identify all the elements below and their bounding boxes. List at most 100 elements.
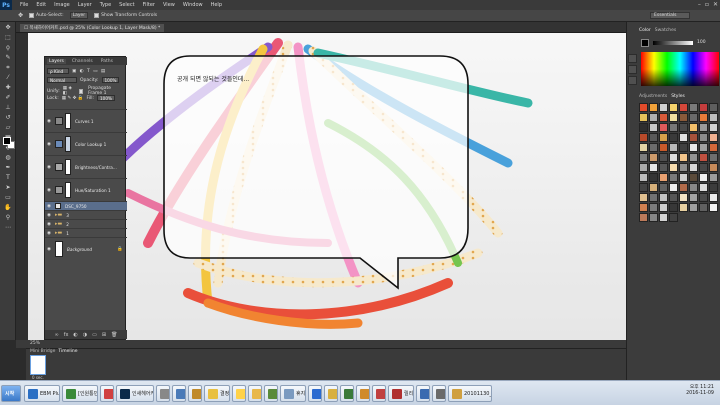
style-swatch[interactable] — [669, 213, 678, 222]
style-swatch[interactable] — [649, 183, 658, 192]
style-swatch[interactable] — [709, 203, 718, 212]
style-swatch[interactable] — [679, 133, 688, 142]
style-swatch[interactable] — [699, 193, 708, 202]
taskbar-item[interactable] — [356, 385, 370, 402]
menu-type[interactable]: Type — [100, 2, 111, 8]
style-swatch[interactable] — [699, 143, 708, 152]
taskbar-item[interactable] — [248, 385, 262, 402]
style-swatch[interactable] — [639, 203, 648, 212]
style-swatch[interactable] — [669, 163, 678, 172]
style-swatch[interactable] — [689, 153, 698, 162]
style-swatch[interactable] — [649, 193, 658, 202]
history-brush-icon[interactable]: ↺ — [2, 113, 14, 122]
layer-mask-thumb[interactable] — [65, 136, 71, 152]
eye-icon[interactable]: ◉ — [45, 213, 53, 218]
style-swatch[interactable] — [709, 133, 718, 142]
style-swatch[interactable] — [709, 123, 718, 132]
layer-row[interactable]: ◉ Background 🔒 — [45, 237, 127, 260]
taskbar-item[interactable]: 릴리퍼 — [388, 385, 414, 402]
style-swatch[interactable] — [689, 113, 698, 122]
link-layers-icon[interactable]: ∞ — [55, 332, 59, 338]
style-swatch[interactable] — [639, 213, 648, 222]
style-swatch[interactable] — [659, 193, 668, 202]
eye-icon[interactable]: ◉ — [45, 165, 53, 170]
style-swatch[interactable] — [649, 123, 658, 132]
marquee-tool-icon[interactable]: ⬚ — [2, 33, 14, 42]
style-swatch[interactable] — [659, 143, 668, 152]
taskbar-item[interactable] — [432, 385, 446, 402]
taskbar-item[interactable]: 20101130_1000... — [448, 385, 492, 402]
tab-styles[interactable]: Styles — [671, 94, 685, 101]
style-swatch[interactable] — [699, 113, 708, 122]
tab-channels[interactable]: Channels — [70, 59, 95, 64]
style-swatch[interactable] — [639, 183, 648, 192]
style-swatch[interactable] — [669, 103, 678, 112]
layer-mask-thumb[interactable] — [65, 159, 71, 175]
style-swatch[interactable] — [649, 213, 658, 222]
style-swatch[interactable] — [679, 203, 688, 212]
taskbar-item[interactable] — [340, 385, 354, 402]
eye-icon[interactable]: ◉ — [45, 222, 53, 227]
zoom-tool-icon[interactable]: ⚲ — [2, 213, 14, 222]
style-swatch[interactable] — [639, 173, 648, 182]
style-swatch[interactable] — [669, 153, 678, 162]
style-swatch[interactable] — [639, 113, 648, 122]
healing-brush-icon[interactable]: ✚ — [2, 83, 14, 92]
style-swatch[interactable] — [659, 163, 668, 172]
delete-layer-icon[interactable]: 🗑 — [111, 332, 117, 338]
style-swatch[interactable] — [709, 173, 718, 182]
color-value[interactable]: 100 — [697, 40, 706, 45]
style-swatch[interactable] — [659, 113, 668, 122]
opacity-field[interactable]: 100% — [101, 77, 120, 83]
layer-row-selected[interactable]: ◉ DSC_9750 — [45, 201, 127, 210]
layer-row[interactable]: ◉ Color Lookup 1 — [45, 132, 127, 155]
style-swatch[interactable] — [659, 123, 668, 132]
move-tool-icon[interactable]: ✥ — [2, 23, 14, 32]
style-swatch[interactable] — [689, 133, 698, 142]
color-slider[interactable] — [653, 41, 693, 45]
propagate-checkbox[interactable] — [78, 88, 84, 94]
transform-checkbox[interactable] — [94, 13, 100, 18]
style-swatch[interactable] — [659, 153, 668, 162]
style-swatch[interactable] — [669, 173, 678, 182]
eye-icon[interactable]: ◉ — [45, 231, 53, 236]
style-swatch[interactable] — [669, 143, 678, 152]
style-swatch[interactable] — [649, 203, 658, 212]
style-swatch[interactable] — [679, 153, 688, 162]
filter-icons[interactable]: ▣ ◐ T ▭ ▤ — [72, 69, 106, 74]
style-swatch[interactable] — [649, 103, 658, 112]
style-swatch[interactable] — [669, 183, 678, 192]
tab-layers[interactable]: Layers — [47, 58, 66, 64]
more-tools-icon[interactable]: ⋯ — [2, 223, 14, 232]
taskbar-item[interactable] — [308, 385, 322, 402]
style-swatch[interactable] — [669, 203, 678, 212]
style-swatch[interactable] — [709, 193, 718, 202]
style-swatch[interactable] — [639, 133, 648, 142]
actions-panel-icon[interactable] — [628, 76, 637, 85]
adjustment-layer-icon[interactable]: ◑ — [83, 332, 87, 338]
add-mask-icon[interactable]: ◐ — [73, 332, 77, 338]
fx-icon[interactable]: fx — [64, 332, 69, 338]
style-swatch[interactable] — [659, 213, 668, 222]
style-swatch[interactable] — [709, 183, 718, 192]
style-swatch[interactable] — [639, 163, 648, 172]
menu-edit[interactable]: Edit — [36, 2, 46, 8]
eye-icon[interactable]: ◉ — [45, 204, 53, 209]
style-swatch[interactable] — [649, 133, 658, 142]
style-swatch[interactable] — [699, 163, 708, 172]
menu-image[interactable]: Image — [54, 2, 70, 8]
layer-row[interactable]: ◉ Hue/Saturation 1 — [45, 178, 127, 201]
style-swatch[interactable] — [679, 103, 688, 112]
style-swatch[interactable] — [639, 153, 648, 162]
animation-frame-1[interactable] — [30, 355, 46, 375]
tab-timeline[interactable]: Timeline — [58, 349, 77, 355]
style-swatch[interactable] — [659, 203, 668, 212]
style-swatch[interactable] — [699, 203, 708, 212]
style-swatch[interactable] — [659, 133, 668, 142]
transform-option[interactable]: Show Transform Controls — [94, 13, 157, 18]
style-swatch[interactable] — [699, 123, 708, 132]
menu-help[interactable]: Help — [211, 2, 222, 8]
style-swatch[interactable] — [699, 133, 708, 142]
style-swatch[interactable] — [679, 123, 688, 132]
style-swatch[interactable] — [639, 193, 648, 202]
